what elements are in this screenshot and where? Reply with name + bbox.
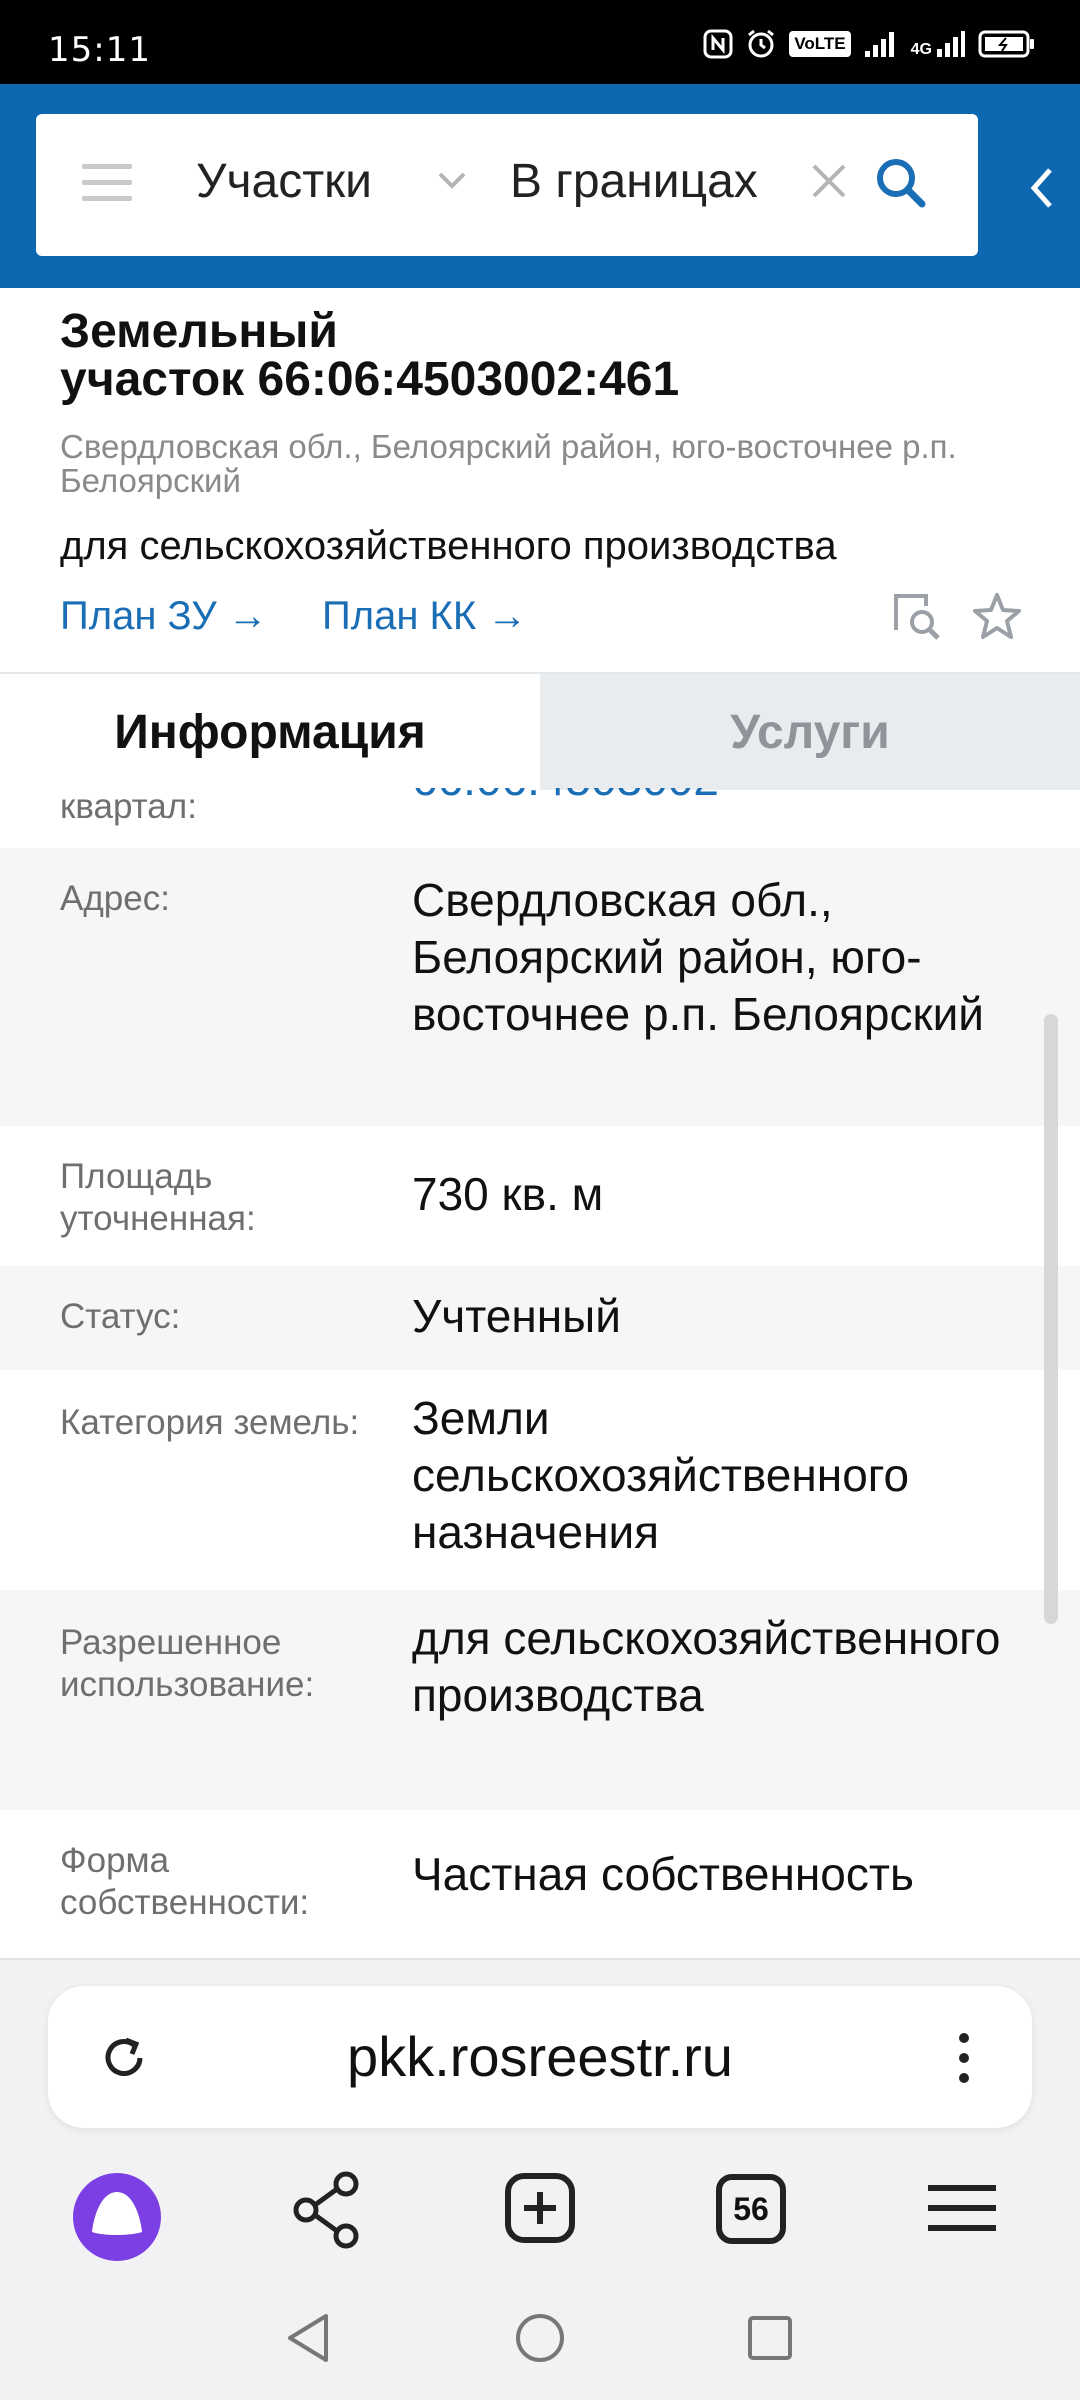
parcel-title-line2: участок 66:06:4503002:461 [60, 353, 680, 406]
network-type-label: 4G [910, 41, 932, 58]
tab-bar: Информация Услуги [0, 672, 1080, 790]
battery-icon [978, 30, 1034, 58]
browser-bottom-bar: pkk.rosreestr.ru 56 [0, 1958, 1080, 2400]
address-bar[interactable]: pkk.rosreestr.ru [48, 1986, 1032, 2128]
ownership-value: Частная собственность [412, 1848, 914, 1900]
parcel-title: Земельный участок 66:06:4503002:461 [60, 308, 1020, 404]
info-row-quarter: 66:06:4503002 квартал: [0, 788, 1080, 848]
address-value: Свердловская обл., Белоярский район, юго… [412, 874, 984, 1040]
category-label: Категория земель: [60, 1403, 360, 1442]
search-icon[interactable] [872, 154, 930, 212]
status-icons: VoLTE 4G [703, 28, 1036, 60]
parcel-purpose: для сельскохозяйственного производства [60, 524, 837, 568]
volte-icon: VoLTE [789, 31, 851, 57]
usage-value: для сельскохозяйственного производства [412, 1612, 1001, 1721]
star-icon[interactable] [970, 590, 1024, 644]
tab-services[interactable]: Услуги [540, 674, 1080, 790]
parcel-address: Свердловская обл., Белоярский район, юго… [60, 428, 957, 499]
plan-zu-link[interactable]: План ЗУ → [60, 594, 268, 639]
menu-icon[interactable] [926, 2170, 998, 2246]
info-row-usage: Разрешенное использование: для сельскохо… [0, 1590, 1080, 1810]
quarter-label: квартал: [60, 788, 197, 826]
chevron-down-icon[interactable] [436, 164, 468, 196]
info-row-status: Статус: Учтенный [0, 1266, 1080, 1370]
4g-signal-icon: 4G [911, 29, 966, 59]
tab-information[interactable]: Информация [0, 674, 540, 790]
status-bar: 15:11 VoLTE 4G [0, 0, 1080, 84]
url-text[interactable]: pkk.rosreestr.ru [48, 2024, 1032, 2089]
info-row-address: Адрес: Свердловская обл., Белоярский рай… [0, 848, 1080, 1126]
info-row-area: Площадь уточненная: 730 кв. м [0, 1126, 1080, 1266]
status-time: 15:11 [48, 30, 151, 70]
search-header: Участки В границах [0, 84, 1080, 288]
menu-icon[interactable] [82, 164, 132, 204]
ownership-label: Форма собственности: [60, 1841, 310, 1922]
category-value: Земли сельскохозяйственного назначения [412, 1392, 910, 1558]
alarm-icon [748, 29, 775, 58]
share-icon[interactable] [290, 2170, 362, 2250]
back-nav-icon[interactable] [282, 2310, 338, 2366]
alice-assistant-icon[interactable] [70, 2170, 164, 2264]
clear-icon[interactable] [806, 158, 852, 204]
search-document-icon[interactable] [890, 590, 942, 642]
info-list: 66:06:4503002 квартал: Адрес: Свердловск… [0, 788, 1080, 1958]
chevron-left-icon[interactable] [1026, 164, 1058, 212]
signal-icon [864, 32, 894, 57]
info-row-category: Категория земель: Земли сельскохозяйстве… [0, 1370, 1080, 1590]
status-value: Учтенный [412, 1290, 621, 1342]
recents-nav-icon[interactable] [742, 2310, 798, 2366]
search-type-select[interactable]: Участки [196, 154, 372, 209]
address-label: Адрес: [60, 879, 170, 918]
status-label: Статус: [60, 1297, 181, 1336]
usage-label: Разрешенное использование: [60, 1623, 315, 1704]
home-nav-icon[interactable] [512, 2310, 568, 2366]
scrollbar[interactable] [1044, 1014, 1058, 1624]
tabs-counter-button[interactable]: 56 [716, 2174, 786, 2244]
area-label: Площадь уточненная: [60, 1157, 256, 1238]
new-tab-icon[interactable] [504, 2170, 576, 2246]
parcel-card: Земельный участок 66:06:4503002:461 Свер… [0, 288, 1080, 672]
area-value: 730 кв. м [412, 1168, 604, 1220]
quarter-link[interactable]: 66:06:4503002 [412, 788, 719, 806]
plan-kk-link[interactable]: План КК → [322, 594, 527, 639]
search-input[interactable]: В границах [510, 154, 800, 209]
info-row-ownership: Форма собственности: Частная собственнос… [0, 1810, 1080, 1958]
search-box: Участки В границах [36, 114, 978, 256]
nfc-icon [703, 29, 733, 59]
more-vertical-icon[interactable] [954, 2030, 974, 2086]
parcel-title-line1: Земельный [60, 305, 338, 358]
